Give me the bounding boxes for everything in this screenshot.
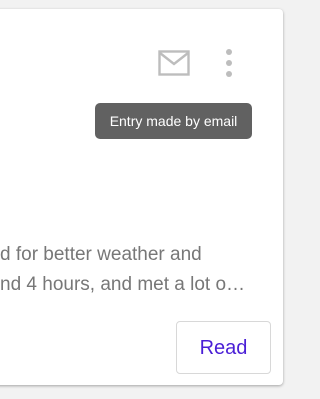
- mail-icon: [158, 50, 190, 76]
- excerpt-line: d for better weather and: [0, 244, 202, 265]
- more-vert-icon[interactable]: [218, 48, 240, 78]
- entry-excerpt: d for better weather and nd 4 hours, and…: [0, 240, 270, 300]
- read-button[interactable]: Read: [176, 321, 271, 374]
- tooltip: Entry made by email: [95, 103, 252, 139]
- viewport: Entry made by email d for better weather…: [0, 0, 296, 399]
- excerpt-line: nd 4 hours, and met a lot o…: [0, 274, 246, 295]
